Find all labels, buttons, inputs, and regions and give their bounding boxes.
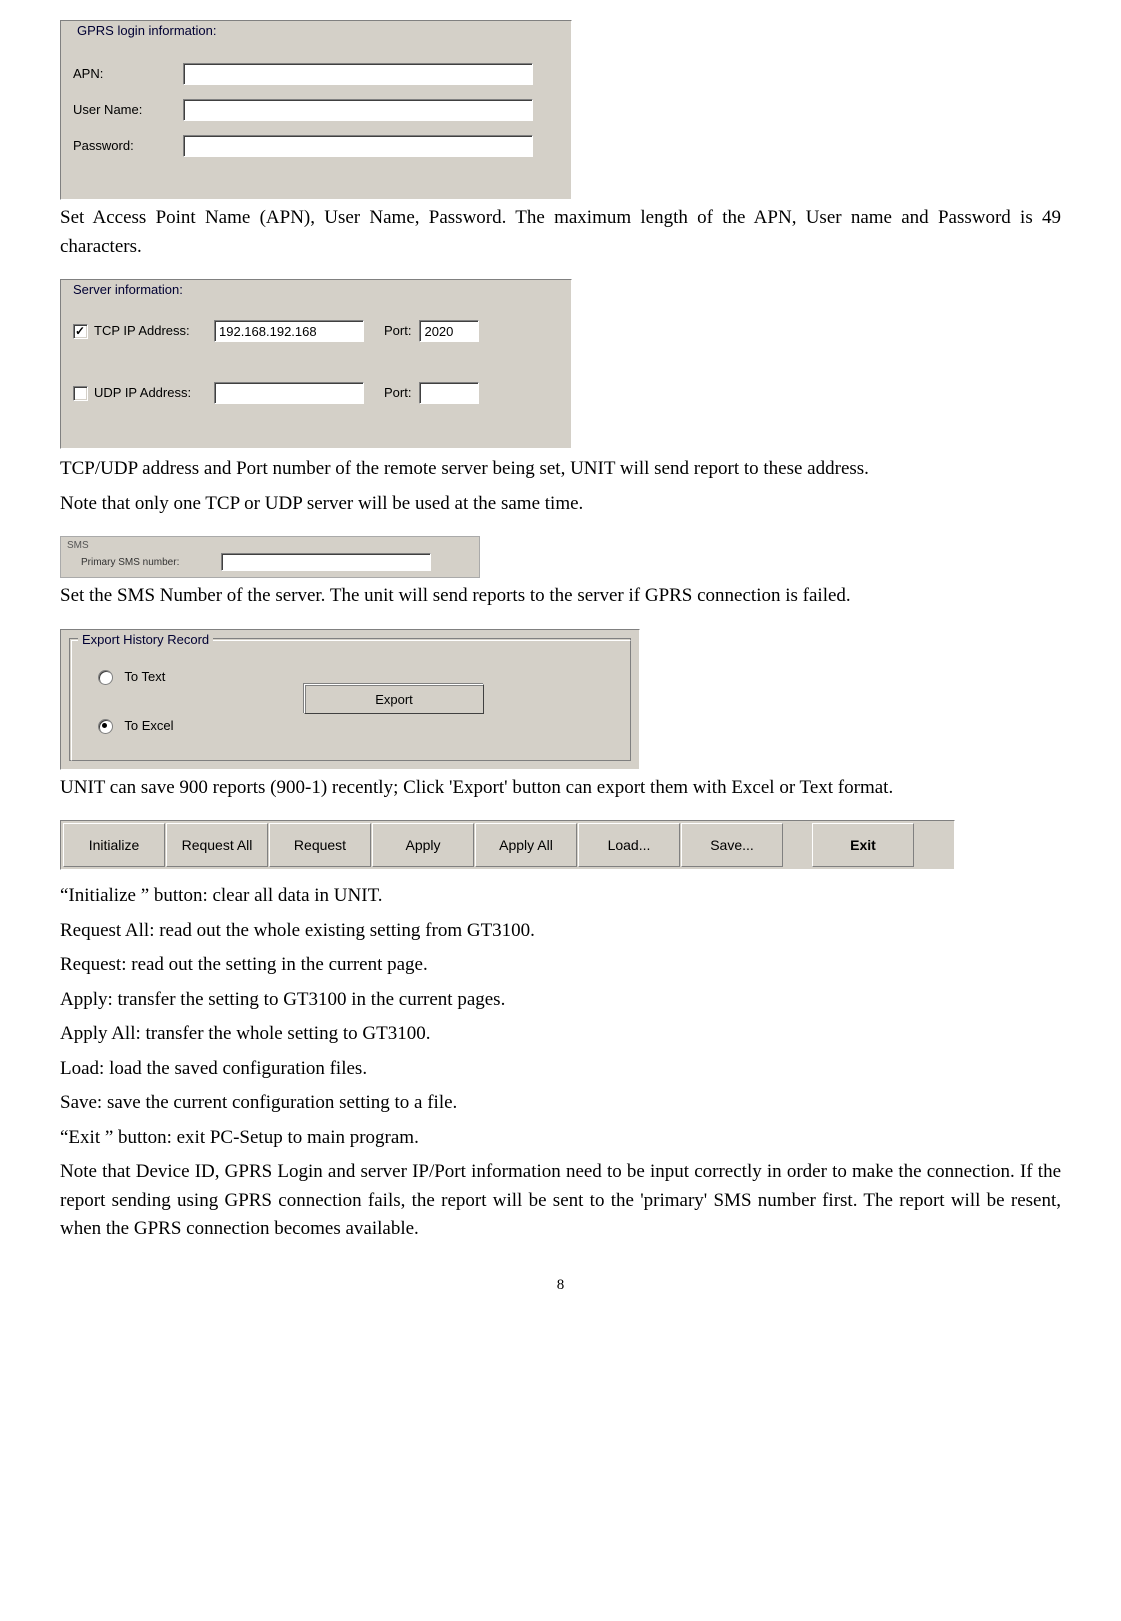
- initialize-button[interactable]: Initialize: [63, 823, 165, 867]
- udp-port-label: Port:: [384, 383, 411, 403]
- server-info-panel: Server information: TCP IP Address: Port…: [60, 279, 572, 449]
- note-text: Note that Device ID, GPRS Login and serv…: [60, 1158, 1061, 1244]
- desc-apply: Apply: transfer the setting to GT3100 in…: [60, 986, 1061, 1015]
- gprs-description: Set Access Point Name (APN), User Name, …: [60, 204, 1061, 261]
- udp-checkbox[interactable]: [73, 386, 88, 401]
- to-text-label: To Text: [124, 669, 165, 684]
- sms-legend: SMS: [67, 538, 89, 553]
- udp-port-input[interactable]: [419, 382, 479, 404]
- to-excel-radio[interactable]: [98, 719, 113, 734]
- desc-initialize: “Initialize ” button: clear all data in …: [60, 882, 1061, 911]
- page-number: 8: [60, 1274, 1061, 1297]
- request-all-button[interactable]: Request All: [166, 823, 268, 867]
- tcp-port-label: Port:: [384, 321, 411, 341]
- tcp-checkbox[interactable]: [73, 324, 88, 339]
- desc-apply-all: Apply All: transfer the whole setting to…: [60, 1020, 1061, 1049]
- sms-description: Set the SMS Number of the server. The un…: [60, 582, 1061, 611]
- export-button[interactable]: Export: [304, 684, 484, 714]
- apply-button[interactable]: Apply: [372, 823, 474, 867]
- to-text-radio[interactable]: [98, 670, 113, 685]
- desc-exit: “Exit ” button: exit PC-Setup to main pr…: [60, 1124, 1061, 1153]
- request-button[interactable]: Request: [269, 823, 371, 867]
- desc-load: Load: load the saved configuration files…: [60, 1055, 1061, 1084]
- gprs-login-panel: GPRS login information: APN: User Name: …: [60, 20, 572, 200]
- sms-panel: SMS Primary SMS number:: [60, 536, 480, 578]
- udp-label: UDP IP Address:: [94, 383, 214, 403]
- user-name-label: User Name:: [73, 100, 183, 120]
- desc-save: Save: save the current configuration set…: [60, 1089, 1061, 1118]
- tcp-label: TCP IP Address:: [94, 321, 214, 341]
- exit-button[interactable]: Exit: [812, 823, 914, 867]
- apn-input[interactable]: [183, 63, 533, 85]
- export-legend: Export History Record: [78, 630, 213, 650]
- desc-request-all: Request All: read out the whole existing…: [60, 917, 1061, 946]
- export-panel: Export History Record To Text To Excel E…: [60, 629, 640, 770]
- toolbar: Initialize Request All Request Apply App…: [60, 820, 955, 870]
- tcp-port-input[interactable]: [419, 320, 479, 342]
- server-description-1: TCP/UDP address and Port number of the r…: [60, 455, 1061, 484]
- server-legend: Server information:: [69, 280, 187, 300]
- sms-number-input[interactable]: [221, 553, 431, 571]
- gprs-legend: GPRS login information:: [73, 21, 220, 41]
- udp-ip-input[interactable]: [214, 382, 364, 404]
- desc-request: Request: read out the setting in the cur…: [60, 951, 1061, 980]
- load-button[interactable]: Load...: [578, 823, 680, 867]
- save-button[interactable]: Save...: [681, 823, 783, 867]
- user-name-input[interactable]: [183, 99, 533, 121]
- to-excel-label: To Excel: [124, 718, 173, 733]
- apn-label: APN:: [73, 64, 183, 84]
- password-label: Password:: [73, 136, 183, 156]
- server-description-2: Note that only one TCP or UDP server wil…: [60, 490, 1061, 519]
- sms-label: Primary SMS number:: [67, 555, 221, 570]
- tcp-ip-input[interactable]: [214, 320, 364, 342]
- export-description: UNIT can save 900 reports (900-1) recent…: [60, 774, 1061, 803]
- password-input[interactable]: [183, 135, 533, 157]
- apply-all-button[interactable]: Apply All: [475, 823, 577, 867]
